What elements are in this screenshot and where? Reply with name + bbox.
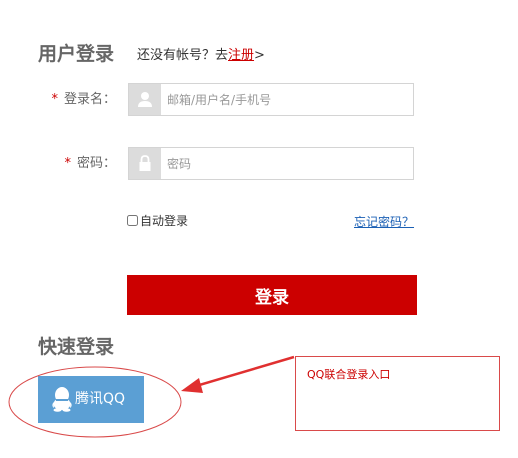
password-field[interactable] (128, 147, 414, 180)
login-button[interactable]: 登录 (127, 275, 417, 315)
forgot-password-link[interactable]: 忘记密码？ (354, 213, 414, 231)
annotation-arrow-line (195, 355, 295, 388)
password-label-text: 密码： (76, 156, 116, 171)
user-icon (129, 84, 161, 115)
required-mark: * (51, 92, 58, 107)
annotation-arrow-head (181, 378, 203, 393)
required-mark: * (64, 156, 71, 171)
register-prompt-text: 还没有帐号？去 (137, 48, 229, 63)
lock-icon (129, 148, 161, 179)
username-label: * 登录名： (50, 91, 116, 109)
username-field[interactable] (128, 83, 414, 116)
auto-login-checkbox[interactable] (127, 215, 138, 226)
password-input[interactable] (167, 148, 407, 179)
page-title: 用户登录 (38, 43, 115, 65)
qq-penguin-icon (51, 385, 73, 413)
register-prompt: 还没有帐号？去注册> (137, 47, 265, 65)
annotation-box: QQ联合登录入口 (295, 356, 500, 431)
qq-login-label: 腾讯QQ (75, 391, 126, 407)
quick-login-title: 快速登录 (38, 336, 115, 358)
qq-login-button[interactable]: 腾讯QQ (38, 376, 144, 423)
username-label-text: 登录名： (63, 92, 116, 107)
auto-login-label[interactable]: 自动登录 (140, 212, 188, 230)
username-input[interactable] (167, 84, 407, 115)
annotation-text: QQ联合登录入口 (307, 368, 391, 381)
register-suffix: > (254, 48, 265, 63)
password-label: * 密码： (50, 155, 116, 173)
register-link[interactable]: 注册 (228, 48, 254, 63)
